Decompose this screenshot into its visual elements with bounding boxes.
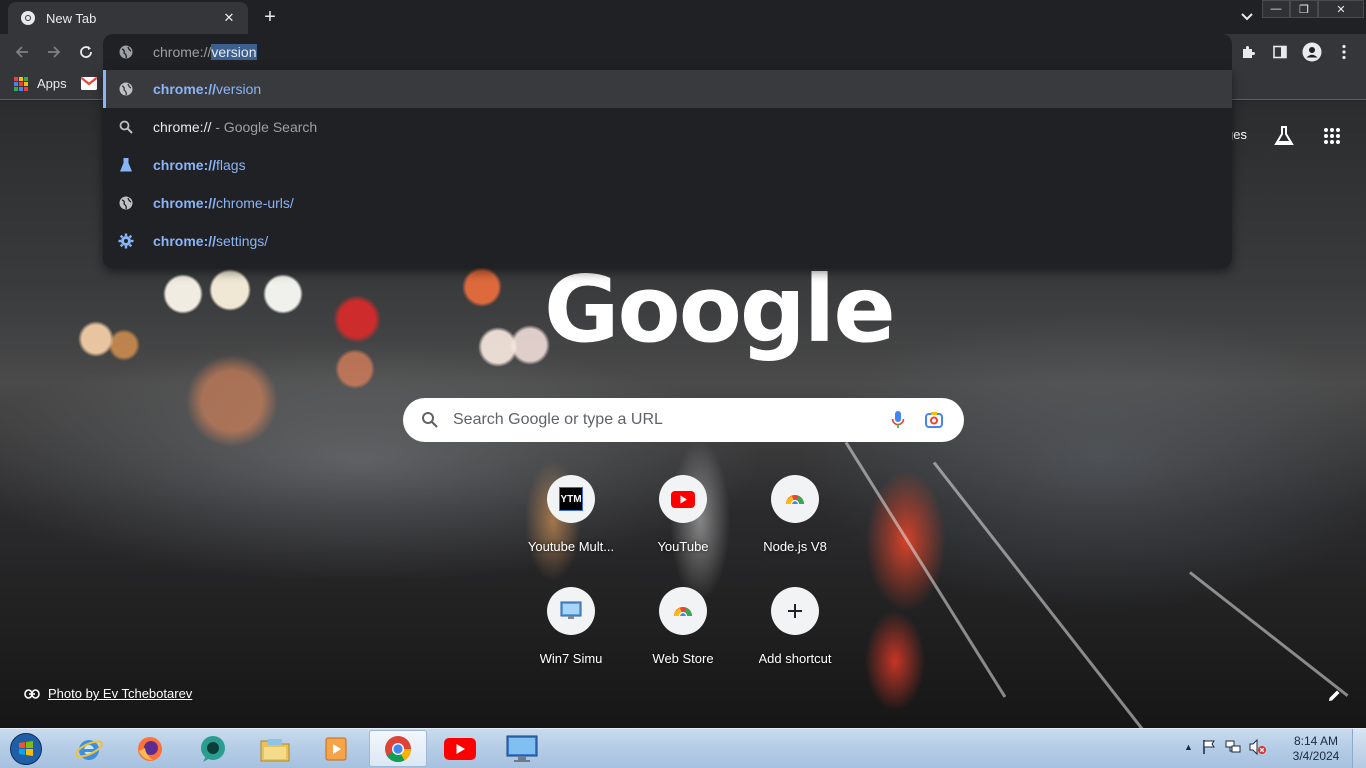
plus-icon xyxy=(771,587,819,635)
suggestion-bold: chrome:// xyxy=(153,81,217,97)
network-icon[interactable] xyxy=(1225,739,1241,755)
forward-arrow-icon[interactable] xyxy=(42,40,66,64)
search-icon xyxy=(118,119,134,135)
tab-search-chevron-icon[interactable] xyxy=(1236,6,1258,28)
suggestion-rest: settings/ xyxy=(216,233,269,249)
show-hidden-icons-chevron-icon[interactable]: ▲ xyxy=(1184,742,1193,752)
search-placeholder: Search Google or type a URL xyxy=(453,411,663,428)
chrome-icon xyxy=(21,11,35,25)
google-apps-grid-icon[interactable] xyxy=(1319,123,1345,149)
bookmark-apps-label: Apps xyxy=(37,76,67,91)
shortcut-win7-simu[interactable]: Win7 Simu xyxy=(515,587,627,699)
windows-taskbar: ▲ 8:14 AM 3/4/2024 xyxy=(0,728,1366,768)
google-lens-camera-icon[interactable] xyxy=(922,408,946,432)
action-center-flag-icon[interactable] xyxy=(1201,739,1217,755)
chrome-webstore-icon xyxy=(771,475,819,523)
rail-line xyxy=(844,441,1007,698)
globe-icon xyxy=(118,195,134,211)
shortcut-label: YouTube xyxy=(657,539,709,554)
shortcut-label: Youtube Mult... xyxy=(527,539,615,554)
suggestion-chrome-urls[interactable]: chrome://chrome-urls/ xyxy=(103,184,1232,222)
address-bar[interactable]: chrome://version xyxy=(103,34,1232,70)
file-explorer-icon[interactable] xyxy=(246,730,304,767)
search-icon xyxy=(422,412,438,428)
close-window-button[interactable]: ✕ xyxy=(1318,0,1364,18)
taskbar-clock[interactable]: 8:14 AM 3/4/2024 xyxy=(1290,734,1342,764)
volume-muted-icon[interactable] xyxy=(1249,739,1267,755)
omnibox-suggestions: chrome://version chrome:// - Google Sear… xyxy=(103,70,1232,268)
restore-button[interactable]: ❐ xyxy=(1290,0,1318,18)
side-panel-icon[interactable] xyxy=(1268,40,1292,64)
attribution-text: Photo by Ev Tchebotarev xyxy=(48,686,193,701)
suggestion-bold: chrome:// xyxy=(153,157,217,173)
tab-strip: New Tab ✕ + — ❐ ✕ xyxy=(0,0,1366,34)
clock-time: 8:14 AM xyxy=(1293,734,1339,748)
reload-icon[interactable] xyxy=(74,40,98,64)
photo-attribution[interactable]: Photo by Ev Tchebotarev xyxy=(24,686,192,701)
bookmark-apps[interactable]: Apps xyxy=(14,76,67,91)
flask-icon xyxy=(118,157,134,173)
profile-avatar-icon[interactable] xyxy=(1300,40,1324,64)
suggestion-main: chrome:// xyxy=(153,119,212,135)
chat-app-icon[interactable] xyxy=(184,730,242,767)
gear-icon xyxy=(118,233,134,249)
youtube-taskbar-icon[interactable] xyxy=(431,730,489,767)
suggestion-rest: chrome-urls/ xyxy=(216,195,294,211)
tab-close-icon[interactable]: ✕ xyxy=(220,9,238,27)
kebab-menu-icon[interactable] xyxy=(1332,40,1356,64)
suggestion-rest: version xyxy=(216,81,262,97)
suggestion-chrome-settings[interactable]: chrome://settings/ xyxy=(103,222,1232,260)
shortcut-label: Node.js V8 xyxy=(763,539,827,554)
shortcut-nodejs-v8[interactable]: Node.js V8 xyxy=(739,475,851,587)
extensions-puzzle-icon[interactable] xyxy=(1236,40,1260,64)
internet-explorer-icon[interactable] xyxy=(60,730,118,767)
suggestion-google-search[interactable]: chrome:// - Google Search xyxy=(103,108,1232,146)
win7-simu-taskbar-icon[interactable] xyxy=(493,730,551,767)
minimize-button[interactable]: — xyxy=(1262,0,1290,18)
link-icon xyxy=(24,688,40,699)
rail-line xyxy=(932,461,1145,728)
suggestion-bold: chrome:// xyxy=(153,233,217,249)
tab-title: New Tab xyxy=(46,10,97,26)
apps-grid-icon xyxy=(14,76,28,91)
microphone-icon[interactable] xyxy=(886,408,910,432)
globe-icon xyxy=(118,81,134,97)
show-desktop-button[interactable] xyxy=(1352,729,1366,768)
media-player-icon[interactable] xyxy=(307,730,365,767)
labs-flask-icon[interactable] xyxy=(1271,123,1297,149)
youtube-icon xyxy=(659,475,707,523)
suggestion-sub: - Google Search xyxy=(215,119,318,135)
window-controls: — ❐ ✕ xyxy=(1262,0,1364,18)
address-autocomplete-text: version xyxy=(211,44,257,60)
suggestion-bold: chrome:// xyxy=(153,195,217,211)
shortcut-web-store[interactable]: Web Store xyxy=(627,587,739,699)
address-typed-text: chrome:// xyxy=(153,44,212,60)
google-logo: Google xyxy=(544,256,896,363)
shortcut-youtube[interactable]: YouTube xyxy=(627,475,739,587)
chrome-webstore-icon xyxy=(659,587,707,635)
add-shortcut-button[interactable]: Add shortcut xyxy=(739,587,851,699)
shortcut-youtube-multi[interactable]: YTM Youtube Mult... xyxy=(515,475,627,587)
suggestion-chrome-version[interactable]: chrome://version xyxy=(103,70,1232,108)
rail-line xyxy=(1189,571,1349,697)
gmail-icon[interactable] xyxy=(81,77,97,90)
chrome-taskbar-icon[interactable] xyxy=(369,730,427,767)
shortcut-label: Win7 Simu xyxy=(539,651,603,666)
globe-icon xyxy=(119,45,133,59)
ytm-icon: YTM xyxy=(547,475,595,523)
shortcut-label: Add shortcut xyxy=(758,651,832,666)
suggestion-chrome-flags[interactable]: chrome://flags xyxy=(103,146,1232,184)
tab-new-tab[interactable]: New Tab ✕ xyxy=(8,2,248,34)
system-tray: ▲ xyxy=(1184,739,1267,755)
customize-pencil-icon[interactable] xyxy=(1324,686,1344,706)
firefox-icon[interactable] xyxy=(121,730,179,767)
new-tab-button[interactable]: + xyxy=(258,6,282,28)
win7-icon xyxy=(547,587,595,635)
suggestion-rest: flags xyxy=(216,157,246,173)
clock-date: 3/4/2024 xyxy=(1292,749,1340,763)
start-orb-icon[interactable] xyxy=(6,731,46,767)
back-arrow-icon[interactable] xyxy=(10,40,34,64)
shortcut-label: Web Store xyxy=(652,651,714,666)
ntp-search-box[interactable]: Search Google or type a URL xyxy=(403,398,964,442)
